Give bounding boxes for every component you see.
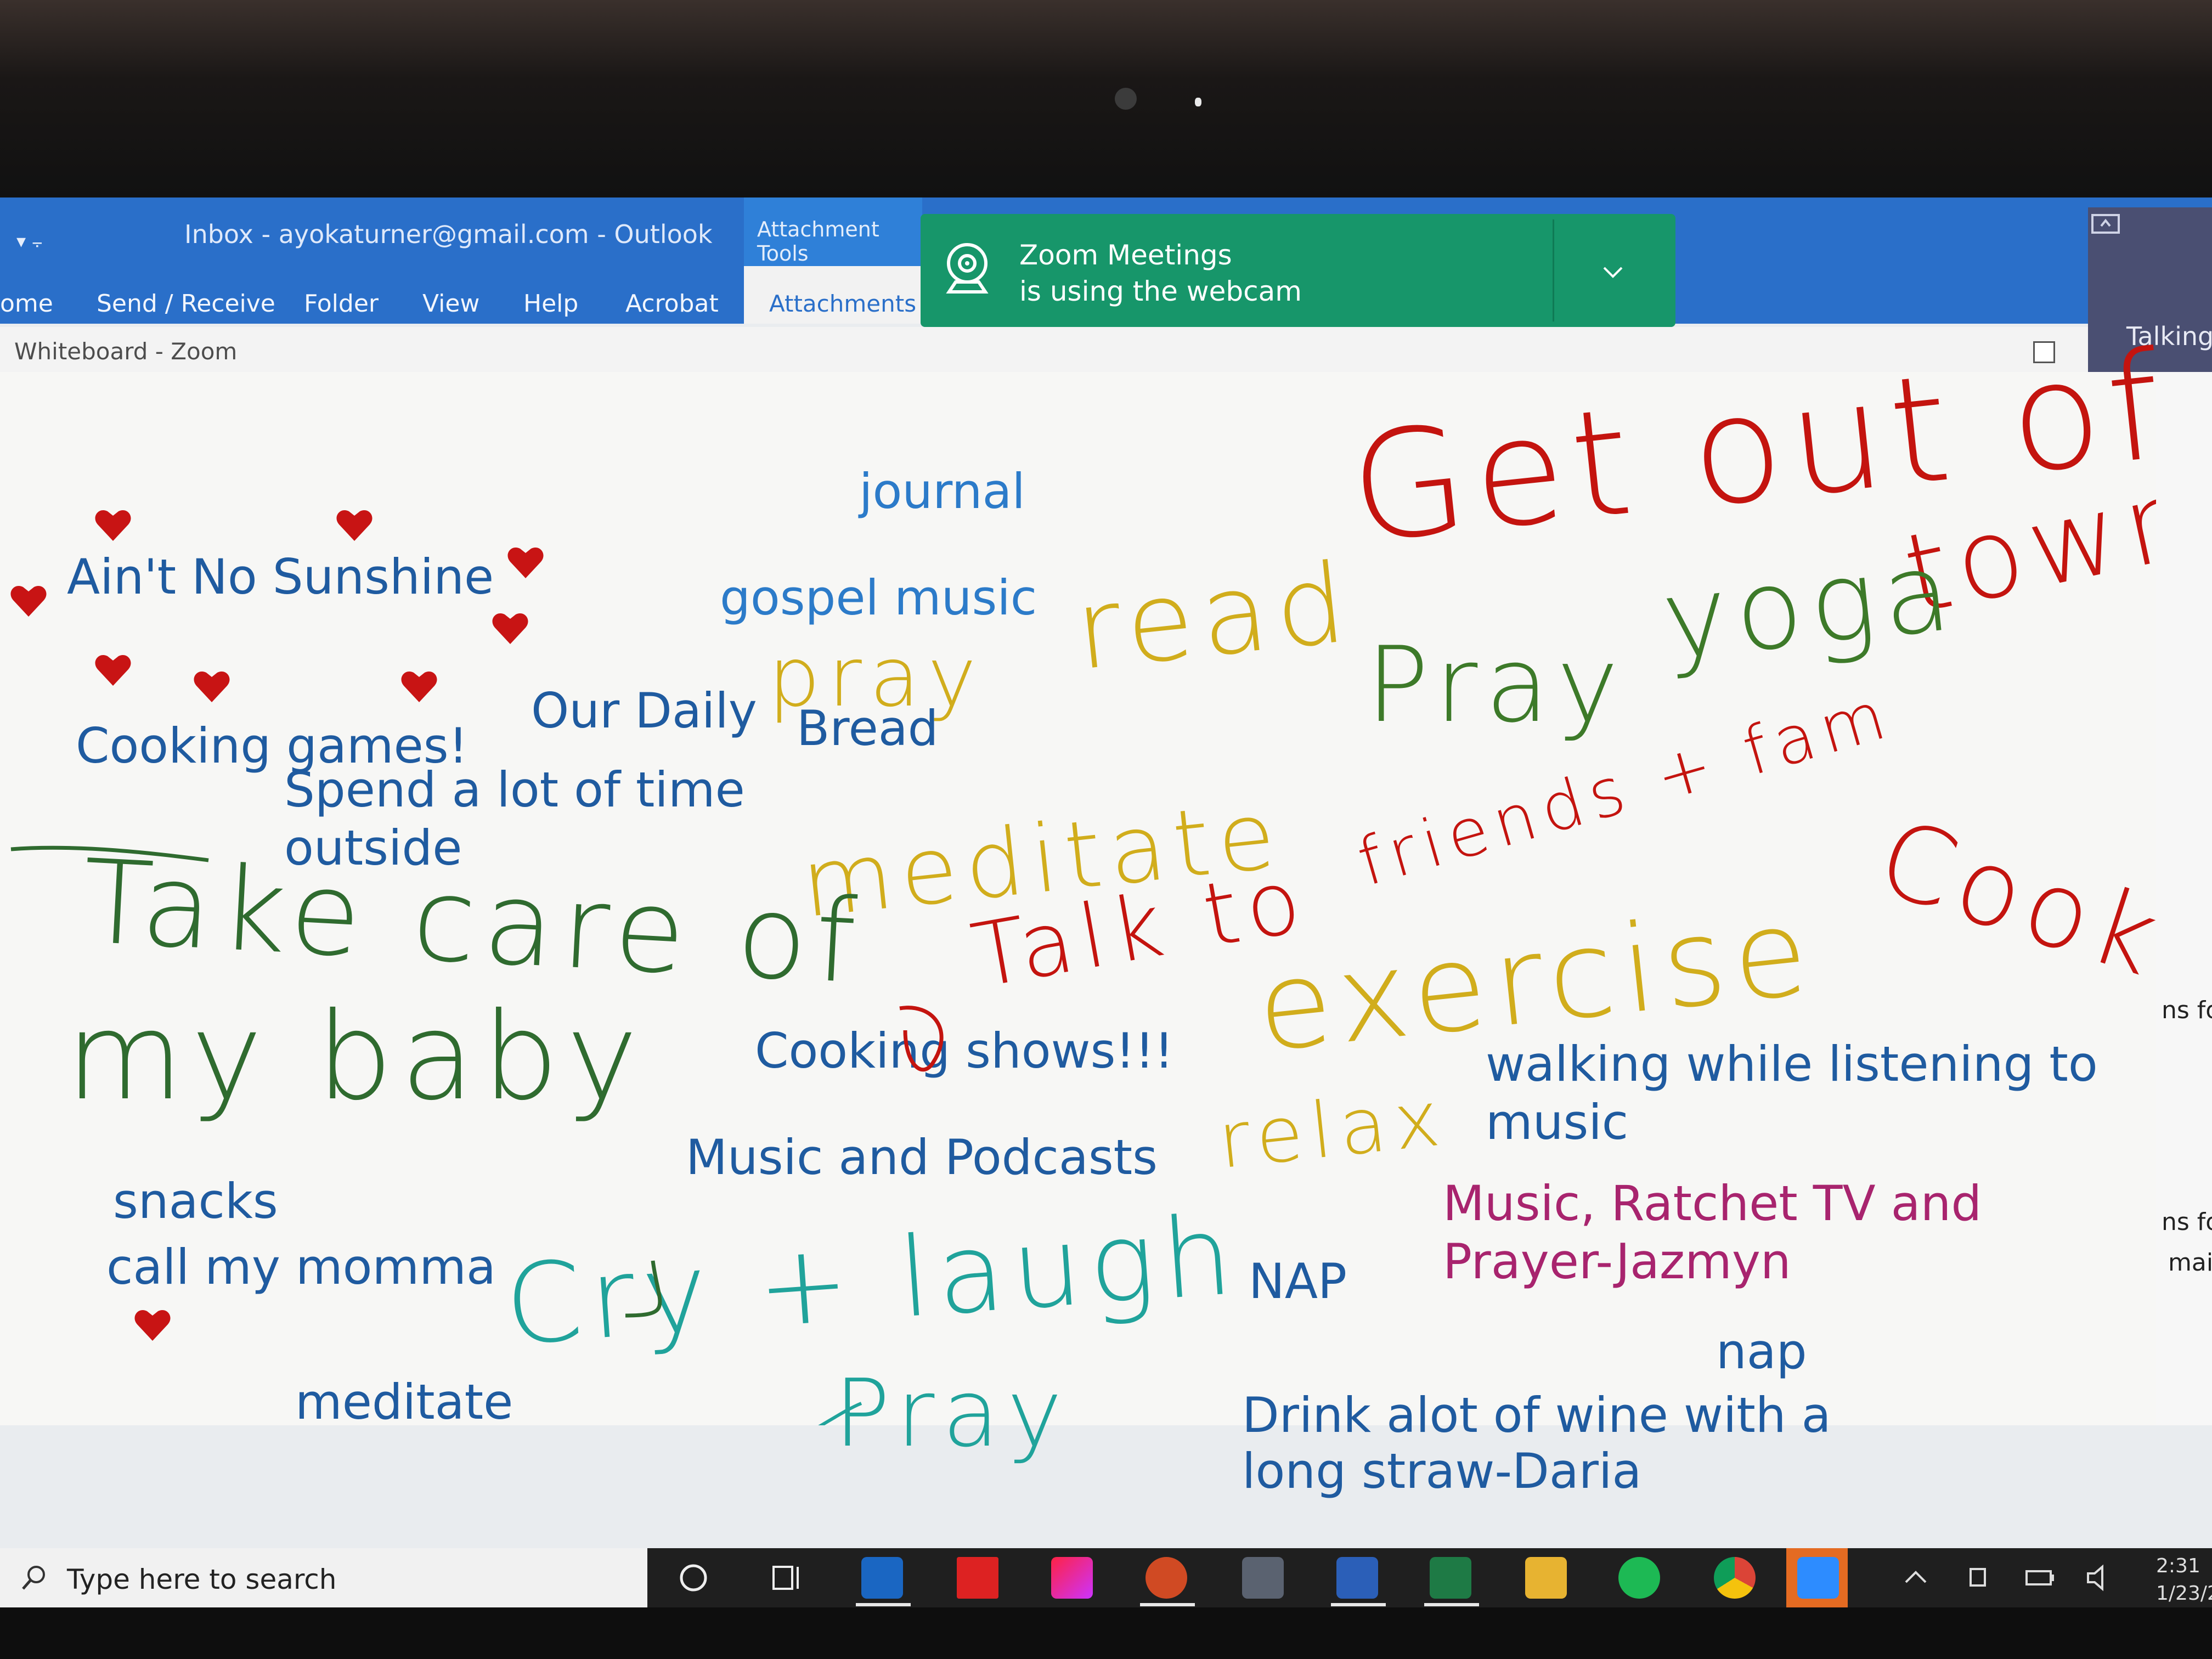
menu-acrobat[interactable]: Acrobat — [625, 290, 719, 318]
toast-divider — [1553, 219, 1554, 321]
task-view-icon[interactable] — [766, 1557, 808, 1599]
zoom-icon[interactable] — [1797, 1557, 1839, 1599]
webcam-light — [1195, 98, 1201, 106]
webcam-lens — [1115, 88, 1137, 110]
ink-strokes — [10, 845, 944, 1425]
clock-time: 2:31 — [2156, 1555, 2200, 1577]
windows-taskbar: Type here to search 2:31 1/23/2 — [0, 1548, 2212, 1607]
webcam-tray-icon[interactable] — [1959, 1557, 2000, 1599]
tab-attachments[interactable]: Attachments — [744, 266, 922, 324]
doc-fragment: ns fo — [2162, 996, 2212, 1024]
tab-attachments-label: Attachments — [769, 290, 917, 317]
chevron-down-icon[interactable] — [1601, 260, 1625, 284]
file-explorer-icon[interactable] — [1525, 1557, 1567, 1599]
laptop-bezel — [0, 0, 2212, 198]
webcam-icon — [946, 243, 989, 294]
heart-icon — [10, 586, 47, 617]
cortana-icon[interactable] — [673, 1557, 714, 1599]
active-app-indicator — [1331, 1603, 1386, 1606]
menu-send-receive[interactable]: Send / Receive — [97, 290, 275, 318]
chrome-icon[interactable] — [1714, 1557, 1756, 1599]
pin-icon[interactable] — [2091, 214, 2120, 234]
typed-wine-line2: long straw-Daria — [1242, 1443, 1642, 1499]
heart-icon — [194, 672, 230, 702]
menu-home[interactable]: ome — [0, 290, 53, 318]
heart-icon — [134, 1310, 171, 1341]
menu-help[interactable]: Help — [523, 290, 578, 318]
calculator-icon[interactable] — [1242, 1557, 1284, 1599]
taskbar-search[interactable]: Type here to search — [0, 1548, 647, 1607]
attachment-tools-group: Attachment Tools — [744, 198, 922, 266]
word-icon[interactable] — [1336, 1557, 1378, 1599]
acrobat-icon[interactable] — [957, 1557, 998, 1599]
excel-icon[interactable] — [1430, 1557, 1471, 1599]
menu-view[interactable]: View — [422, 290, 479, 318]
heart-icon — [95, 655, 131, 686]
system-clock[interactable]: 2:31 1/23/2 — [2156, 1553, 2212, 1607]
attachment-tools-label: Attachment Tools — [757, 217, 879, 266]
toast-body: is using the webcam — [1019, 275, 1302, 307]
heart-icon — [95, 510, 131, 541]
doc-fragment: mai — [2168, 1249, 2212, 1277]
volume-icon[interactable] — [2079, 1557, 2121, 1599]
clock-date: 1/23/2 — [2156, 1582, 2212, 1605]
whiteboard-canvas[interactable]: Ain't No Sunshine journal gospel music O… — [0, 319, 2212, 1499]
heart-icon — [492, 613, 528, 644]
outlook-icon[interactable] — [861, 1557, 903, 1599]
chevron-up-icon[interactable] — [1895, 1557, 1937, 1599]
heart-icon — [507, 548, 544, 578]
menu-folder[interactable]: Folder — [304, 290, 379, 318]
active-app-indicator — [856, 1603, 911, 1606]
doc-fragment: ns fo — [2162, 1208, 2212, 1236]
heart-icon — [336, 510, 373, 541]
active-app-indicator — [1140, 1603, 1195, 1606]
powerpoint-icon[interactable] — [1146, 1557, 1187, 1599]
active-app-indicator — [1424, 1603, 1479, 1606]
heart-icon — [401, 672, 437, 702]
spotify-icon[interactable] — [1618, 1557, 1660, 1599]
quick-access-toolbar[interactable]: ▾ ⨪ — [16, 230, 43, 252]
search-icon — [22, 1566, 45, 1590]
zoom-webcam-notification[interactable]: Zoom Meetings is using the webcam — [921, 214, 1675, 327]
laptop-bezel-bottom — [0, 1607, 2212, 1659]
background-document-edge: ns fo ns fo mai — [2156, 372, 2212, 1425]
search-placeholder: Type here to search — [67, 1564, 337, 1595]
creative-cloud-icon[interactable] — [1051, 1557, 1093, 1599]
laptop-screen: ▾ ⨪ Inbox - ayokaturner@gmail.com - Outl… — [0, 198, 2212, 1607]
window-title: Inbox - ayokaturner@gmail.com - Outlook — [184, 219, 713, 249]
toast-title: Zoom Meetings — [1019, 239, 1232, 271]
battery-icon[interactable] — [2019, 1557, 2061, 1599]
whiteboard-title: Whiteboard - Zoom — [14, 338, 238, 365]
